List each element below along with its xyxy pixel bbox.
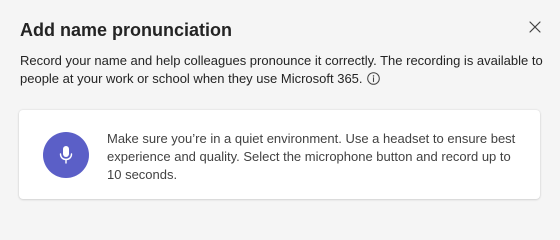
microphone-icon xyxy=(59,146,73,164)
info-icon[interactable] xyxy=(366,72,380,85)
name-pronunciation-dialog: Add name pronunciation Record your name … xyxy=(0,0,560,222)
close-icon xyxy=(529,21,541,33)
close-button[interactable] xyxy=(524,16,546,38)
dialog-title: Add name pronunciation xyxy=(20,20,233,40)
recording-instructions: Make sure you’re in a quiet environment.… xyxy=(107,131,516,182)
description-text: Record your name and help colleagues pro… xyxy=(20,53,543,86)
dialog-description: Record your name and help colleagues pro… xyxy=(20,52,545,88)
recording-card: Make sure you’re in a quiet environment.… xyxy=(19,110,540,199)
record-microphone-button[interactable] xyxy=(43,132,89,178)
